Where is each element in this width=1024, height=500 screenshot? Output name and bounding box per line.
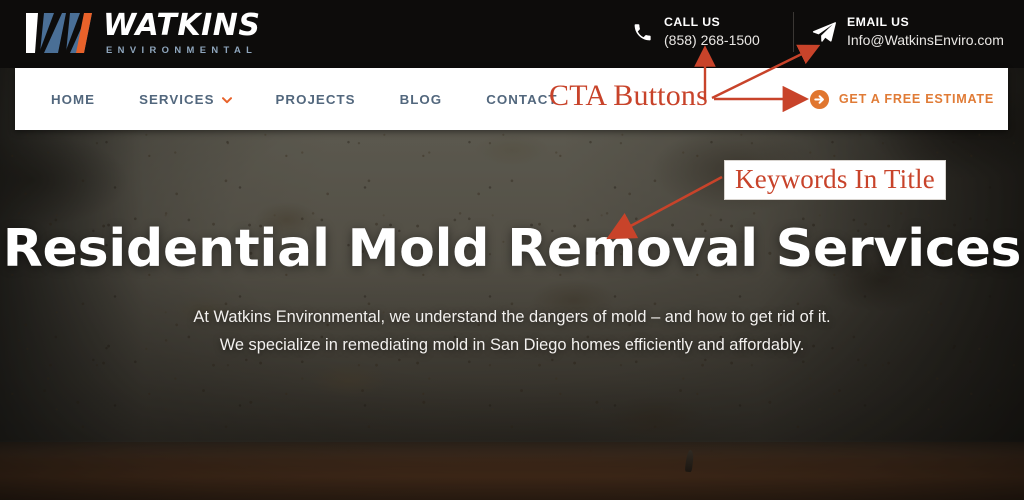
phone-icon xyxy=(634,23,651,41)
phone-number[interactable]: (858) 268-1500 xyxy=(664,32,760,49)
header-call-us[interactable]: CALL US (858) 268-1500 xyxy=(632,15,760,49)
nav-item-label: HOME xyxy=(51,91,96,107)
page-root: WATKINS ENVIRONMENTAL CALL US (858) 268-… xyxy=(0,0,1024,500)
header-divider xyxy=(793,12,794,52)
email-address[interactable]: Info@WatkinsEnviro.com xyxy=(847,32,1004,49)
header-email-us[interactable]: EMAIL US Info@WatkinsEnviro.com xyxy=(812,15,1004,49)
call-us-label: CALL US xyxy=(664,15,721,29)
nav-item-services[interactable]: SERVICES xyxy=(117,68,253,130)
logo-subtitle: ENVIRONMENTAL xyxy=(106,44,258,56)
nav-list: HOME SERVICES PROJECTS BLOG CONTACT xyxy=(33,68,580,130)
nav-item-label: CONTACT xyxy=(486,91,558,107)
hero-text-block: Residential Mold Removal Services At Wat… xyxy=(0,219,1024,360)
nav-item-projects[interactable]: PROJECTS xyxy=(254,68,378,130)
circle-arrow-right-icon xyxy=(809,89,829,109)
nav-item-label: BLOG xyxy=(399,91,443,107)
site-header: WATKINS ENVIRONMENTAL CALL US (858) 268-… xyxy=(0,0,1024,68)
logo-word: WATKINS xyxy=(103,8,261,44)
nav-item-home[interactable]: HOME xyxy=(33,68,117,130)
hero-subtitle: At Watkins Environmental, we understand … xyxy=(193,308,831,355)
estimate-button-label: GET A FREE ESTIMATE xyxy=(838,92,994,106)
chevron-down-icon xyxy=(221,92,232,107)
watkins-w-logo-mark xyxy=(26,13,92,53)
main-navigation-bar: HOME SERVICES PROJECTS BLOG CONTACT GET … xyxy=(15,68,1008,130)
logo-wordmark: WATKINS ENVIRONMENTAL xyxy=(103,8,261,56)
nav-item-label: PROJECTS xyxy=(275,91,356,107)
nav-item-label: SERVICES xyxy=(139,91,215,107)
nav-item-blog[interactable]: BLOG xyxy=(378,68,465,130)
nav-item-contact[interactable]: CONTACT xyxy=(464,68,579,130)
site-logo[interactable]: WATKINS ENVIRONMENTAL xyxy=(22,10,260,56)
page-title: Residential Mold Removal Services xyxy=(2,219,1022,279)
email-us-label: EMAIL US xyxy=(847,15,910,29)
paper-plane-icon xyxy=(812,22,836,42)
get-a-free-estimate-button[interactable]: GET A FREE ESTIMATE xyxy=(809,68,994,130)
